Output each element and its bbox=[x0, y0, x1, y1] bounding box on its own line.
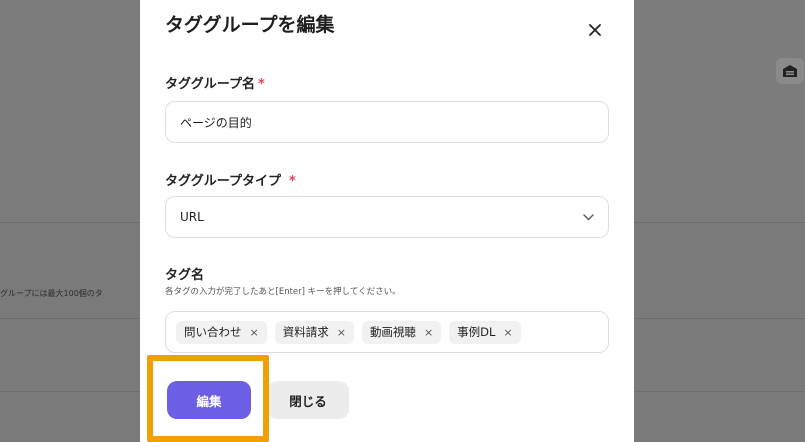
modal-title: タググループを編集 bbox=[165, 14, 335, 36]
group-type-label: タググループタイプ * bbox=[165, 170, 296, 189]
required-mark: * bbox=[257, 77, 265, 92]
group-name-value: ページの目的 bbox=[180, 115, 252, 130]
close-modal-button[interactable]: 閉じる bbox=[267, 381, 349, 419]
tag-chip: 動画視聴 × bbox=[361, 320, 442, 344]
group-type-label-text: タググループタイプ bbox=[165, 174, 281, 189]
tag-chip: 事例DL × bbox=[449, 320, 521, 344]
tags-hint: 各タグの入力が完了したあと[Enter] キーを押してください。 bbox=[165, 287, 401, 297]
save-button[interactable]: 編集 bbox=[167, 381, 251, 419]
tags-label: タグ名 bbox=[165, 268, 205, 283]
tag-label: 事例DL bbox=[457, 325, 496, 339]
tag-remove-icon[interactable]: × bbox=[250, 326, 259, 339]
tag-remove-icon[interactable]: × bbox=[337, 326, 346, 339]
close-icon bbox=[589, 24, 601, 36]
tags-input[interactable]: 問い合わせ × 資料請求 × 動画視聴 × 事例DL × bbox=[165, 311, 609, 353]
background-icon-button[interactable] bbox=[776, 58, 804, 84]
edit-tag-group-modal: タググループを編集 タググループ名 * ページの目的 タググループタイプ * URL… bbox=[140, 0, 634, 442]
group-type-selected-value: URL bbox=[180, 210, 204, 224]
tag-label: 問い合わせ bbox=[184, 325, 242, 339]
garage-icon bbox=[783, 65, 797, 77]
tag-label: 資料請求 bbox=[282, 325, 329, 339]
tag-remove-icon[interactable]: × bbox=[424, 326, 433, 339]
group-type-select[interactable]: URL bbox=[165, 196, 609, 238]
tag-chip: 問い合わせ × bbox=[176, 320, 267, 344]
tag-chip: 資料請求 × bbox=[274, 320, 354, 344]
tag-remove-icon[interactable]: × bbox=[503, 326, 512, 339]
required-mark: * bbox=[288, 174, 296, 189]
close-button[interactable] bbox=[583, 18, 607, 42]
chevron-down-icon bbox=[583, 213, 594, 220]
group-name-label: タググループ名 * bbox=[165, 73, 265, 92]
background-hint-text: グループには最大100個のタ bbox=[0, 289, 103, 298]
group-name-input[interactable]: ページの目的 bbox=[165, 101, 609, 143]
group-name-label-text: タググループ名 bbox=[165, 77, 255, 92]
tag-label: 動画視聴 bbox=[369, 325, 416, 339]
